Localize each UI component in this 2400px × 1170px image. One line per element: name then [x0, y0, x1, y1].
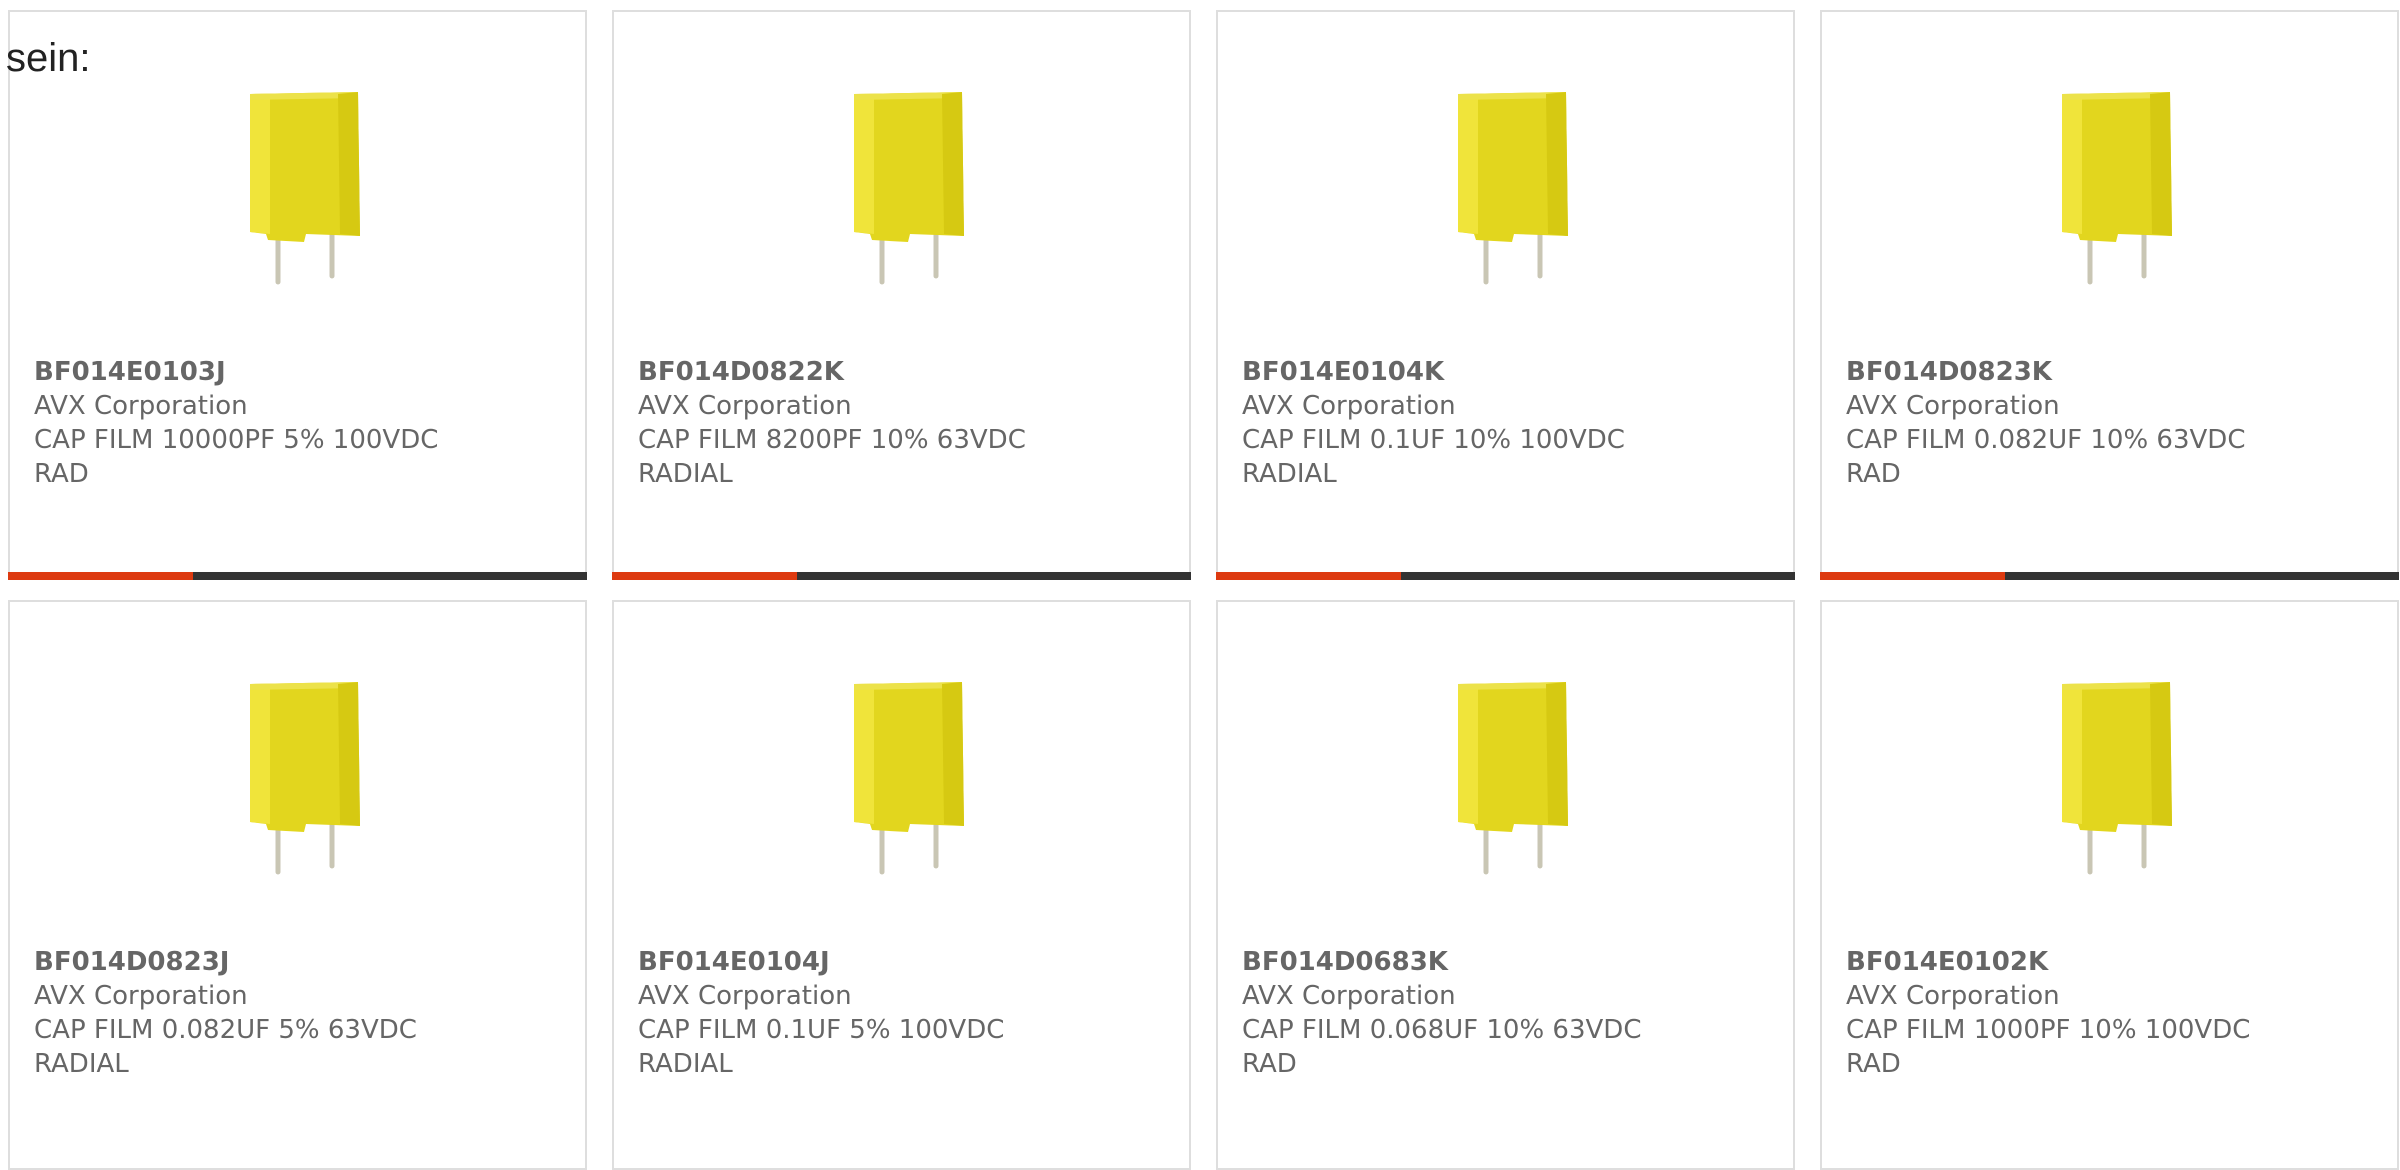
manufacturer-name: AVX Corporation — [638, 981, 852, 1011]
film-capacitor-icon — [198, 82, 406, 292]
product-description: CAP FILM 0.082UF 5% 63VDC RADIAL — [34, 1015, 417, 1079]
product-card[interactable]: BF014E0102K AVX Corporation CAP FILM 100… — [1820, 600, 2399, 1170]
film-capacitor-icon — [2010, 672, 2218, 882]
part-number[interactable]: BF014D0822K — [638, 355, 1169, 389]
film-capacitor-icon — [802, 82, 1010, 292]
product-card[interactable]: BF014E0104K AVX Corporation CAP FILM 0.1… — [1216, 10, 1795, 580]
part-number[interactable]: BF014E0102K — [1846, 945, 2377, 979]
part-number[interactable]: BF014E0104J — [638, 945, 1169, 979]
product-info: BF014E0102K AVX Corporation CAP FILM 100… — [1846, 945, 2377, 1081]
manufacturer-name: AVX Corporation — [1242, 391, 1456, 421]
product-card[interactable]: BF014D0822K AVX Corporation CAP FILM 820… — [612, 10, 1191, 580]
manufacturer-name: AVX Corporation — [1846, 981, 2060, 1011]
product-description: CAP FILM 8200PF 10% 63VDC RADIAL — [638, 425, 1026, 489]
manufacturer-name: AVX Corporation — [1846, 391, 2060, 421]
card-progress-bar — [1216, 572, 1795, 580]
card-progress-fill — [8, 572, 194, 580]
manufacturer-name: AVX Corporation — [638, 391, 852, 421]
product-description: CAP FILM 0.1UF 5% 100VDC RADIAL — [638, 1015, 1005, 1079]
film-capacitor-icon — [198, 672, 406, 882]
product-card[interactable]: BF014E0104J AVX Corporation CAP FILM 0.1… — [612, 600, 1191, 1170]
part-number[interactable]: BF014E0103J — [34, 355, 565, 389]
product-info: BF014E0103J AVX Corporation CAP FILM 100… — [34, 355, 565, 491]
manufacturer-name: AVX Corporation — [34, 981, 248, 1011]
product-card[interactable]: BF014D0683K AVX Corporation CAP FILM 0.0… — [1216, 600, 1795, 1170]
product-card[interactable]: BF014E0103J AVX Corporation CAP FILM 100… — [8, 10, 587, 580]
card-progress-bar — [1820, 572, 2399, 580]
product-card[interactable]: BF014D0823J AVX Corporation CAP FILM 0.0… — [8, 600, 587, 1170]
film-capacitor-icon — [1406, 672, 1614, 882]
part-number[interactable]: BF014D0683K — [1242, 945, 1773, 979]
card-progress-bar — [612, 572, 1191, 580]
product-info: BF014D0822K AVX Corporation CAP FILM 820… — [638, 355, 1169, 491]
part-number[interactable]: BF014D0823J — [34, 945, 565, 979]
card-progress-fill — [1216, 572, 1402, 580]
film-capacitor-icon — [2010, 82, 2218, 292]
film-capacitor-icon — [802, 672, 1010, 882]
product-description: CAP FILM 1000PF 10% 100VDC RAD — [1846, 1015, 2251, 1079]
product-info: BF014E0104J AVX Corporation CAP FILM 0.1… — [638, 945, 1169, 1081]
part-number[interactable]: BF014D0823K — [1846, 355, 2377, 389]
product-info: BF014E0104K AVX Corporation CAP FILM 0.1… — [1242, 355, 1773, 491]
product-card[interactable]: BF014D0823K AVX Corporation CAP FILM 0.0… — [1820, 10, 2399, 580]
intro-text: sein: — [6, 36, 91, 80]
card-progress-fill — [1820, 572, 2006, 580]
product-info: BF014D0683K AVX Corporation CAP FILM 0.0… — [1242, 945, 1773, 1081]
product-description: CAP FILM 0.068UF 10% 63VDC RAD — [1242, 1015, 1642, 1079]
card-progress-fill — [612, 572, 798, 580]
product-description: CAP FILM 10000PF 5% 100VDC RAD — [34, 425, 439, 489]
product-grid: BF014E0103J AVX Corporation CAP FILM 100… — [8, 10, 2399, 1170]
product-description: CAP FILM 0.082UF 10% 63VDC RAD — [1846, 425, 2246, 489]
product-info: BF014D0823K AVX Corporation CAP FILM 0.0… — [1846, 355, 2377, 491]
product-description: CAP FILM 0.1UF 10% 100VDC RADIAL — [1242, 425, 1625, 489]
card-progress-bar — [8, 572, 587, 580]
manufacturer-name: AVX Corporation — [1242, 981, 1456, 1011]
part-number[interactable]: BF014E0104K — [1242, 355, 1773, 389]
product-info: BF014D0823J AVX Corporation CAP FILM 0.0… — [34, 945, 565, 1081]
film-capacitor-icon — [1406, 82, 1614, 292]
manufacturer-name: AVX Corporation — [34, 391, 248, 421]
